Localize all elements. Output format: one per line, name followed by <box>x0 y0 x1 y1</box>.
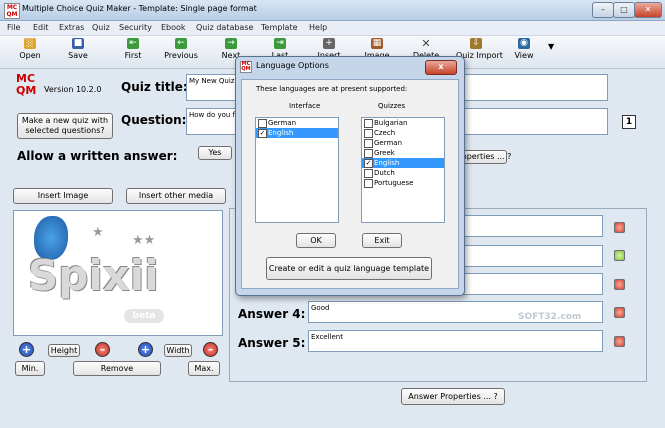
dialog-intro: These languages are at present supported… <box>256 85 408 93</box>
written-answer-label: Allow a written answer: <box>17 149 178 163</box>
list-item[interactable]: Bulgarian <box>362 118 444 128</box>
previous-button[interactable]: ← Previous <box>164 38 198 66</box>
quizzes-list[interactable]: Bulgarian Czech German Greek ✓ English Du… <box>361 117 445 223</box>
next-arrow-icon: → <box>225 38 237 49</box>
dialog-close-button[interactable]: x <box>425 60 457 75</box>
list-item[interactable]: Dutch <box>362 168 444 178</box>
decrease-width-icon[interactable]: – <box>203 342 218 357</box>
quizzes-label: Quizzes <box>378 102 406 110</box>
title-bar: MC QM Multiple Choice Quiz Maker - Templ… <box>0 0 665 21</box>
answer-2-mark[interactable] <box>614 250 625 261</box>
dialog-app-icon: MC QM <box>240 61 252 73</box>
app-logo-icon: MC QM <box>4 3 20 19</box>
checkbox[interactable] <box>364 139 373 148</box>
checkbox[interactable] <box>364 129 373 138</box>
watermark: SOFT32.com <box>518 312 582 322</box>
answer-5-mark[interactable] <box>614 336 625 347</box>
language-template-button[interactable]: Create or edit a quiz language template <box>266 257 432 280</box>
answer-3-mark[interactable] <box>614 279 625 290</box>
list-item[interactable]: ✓ English <box>256 128 338 138</box>
increase-height-icon[interactable]: + <box>19 342 34 357</box>
ok-button[interactable]: OK <box>296 233 336 248</box>
decrease-height-icon[interactable]: – <box>95 342 110 357</box>
list-item[interactable]: Portuguese <box>362 178 444 188</box>
list-item[interactable]: German <box>256 118 338 128</box>
new-quiz-button[interactable]: Make a new quiz with selected questions? <box>17 113 113 139</box>
star-icon: ★★ <box>132 233 156 248</box>
menu-security[interactable]: Security <box>119 23 152 32</box>
previous-arrow-icon: ← <box>175 38 187 49</box>
chevron-down-icon[interactable]: ▼ <box>548 42 554 51</box>
star-icon: ★ <box>92 225 104 240</box>
menu-edit[interactable]: Edit <box>33 23 49 32</box>
menu-quiz-database[interactable]: Quiz database <box>196 23 253 32</box>
quiz-title-label: Quiz title: <box>121 80 188 94</box>
menu-bar: File Edit Extras Quiz Security Ebook Qui… <box>0 21 665 35</box>
dialog-title: Language Options <box>256 61 329 70</box>
insert-page-icon: + <box>323 38 335 49</box>
menu-template[interactable]: Template <box>261 23 298 32</box>
maximize-button[interactable]: □ <box>613 2 635 18</box>
insert-image-button[interactable]: Insert Image <box>13 188 113 204</box>
list-item[interactable]: German <box>362 138 444 148</box>
interface-list[interactable]: German ✓ English <box>255 117 339 223</box>
checkbox[interactable] <box>364 179 373 188</box>
list-item[interactable]: Czech <box>362 128 444 138</box>
floppy-disk-icon: ■ <box>72 38 84 49</box>
exit-button[interactable]: Exit <box>362 233 402 248</box>
minimize-button[interactable]: – <box>592 2 614 18</box>
interface-label: Interface <box>289 102 321 110</box>
written-yes-button[interactable]: Yes <box>198 146 232 160</box>
menu-extras[interactable]: Extras <box>59 23 84 32</box>
mcqm-logo: MC QM <box>16 72 37 97</box>
list-item[interactable]: Greek <box>362 148 444 158</box>
question-number: 1 <box>622 115 636 129</box>
increase-width-icon[interactable]: + <box>138 342 153 357</box>
checkbox[interactable]: ✓ <box>364 159 373 168</box>
answer-5-input[interactable]: Excellent <box>308 330 603 352</box>
dialog-body: These languages are at present supported… <box>241 79 459 289</box>
folder-open-icon: ░ <box>24 38 36 49</box>
beta-badge: beta <box>124 309 164 323</box>
view-button[interactable]: ◉ View <box>507 38 541 66</box>
image-preview: ★ ★★ Spixii beta <box>13 210 223 336</box>
insert-media-button[interactable]: Insert other media <box>126 188 226 204</box>
first-button[interactable]: ⇤ First <box>116 38 150 66</box>
close-button[interactable]: ✕ <box>634 2 662 18</box>
answer-1-mark[interactable] <box>614 222 625 233</box>
min-button[interactable]: Min. <box>15 361 45 376</box>
checkbox[interactable] <box>364 149 373 158</box>
remove-button[interactable]: Remove <box>73 361 161 376</box>
save-button[interactable]: ■ Save <box>61 38 95 66</box>
checkbox[interactable] <box>258 119 267 128</box>
checkbox[interactable]: ✓ <box>258 129 267 138</box>
answer-4-label: Answer 4: <box>238 307 306 321</box>
menu-help[interactable]: Help <box>309 23 327 32</box>
question-label: Question: <box>121 113 187 127</box>
height-label: Height <box>48 344 80 357</box>
window-title: Multiple Choice Quiz Maker - Template: S… <box>22 4 257 13</box>
delete-x-icon: ✕ <box>421 37 431 50</box>
menu-quiz[interactable]: Quiz <box>92 23 110 32</box>
max-button[interactable]: Max. <box>188 361 220 376</box>
image-icon: ▦ <box>371 38 383 49</box>
checkbox[interactable] <box>364 169 373 178</box>
width-label: Width <box>164 344 192 357</box>
first-arrow-icon: ⇤ <box>127 38 139 49</box>
open-button[interactable]: ░ Open <box>13 38 47 66</box>
view-icon: ◉ <box>518 38 530 49</box>
version-label: Version 10.2.0 <box>44 85 102 94</box>
list-item[interactable]: ✓ English <box>362 158 444 168</box>
menu-file[interactable]: File <box>7 23 20 32</box>
answer-4-mark[interactable] <box>614 307 625 318</box>
menu-ebook[interactable]: Ebook <box>161 23 186 32</box>
import-icon: ⇩ <box>470 38 482 49</box>
answer-properties-button[interactable]: Answer Properties ... ? <box>401 388 505 405</box>
answer-5-label: Answer 5: <box>238 336 306 350</box>
last-arrow-icon: ⇥ <box>274 38 286 49</box>
logo-text: Spixii <box>28 251 159 300</box>
checkbox[interactable] <box>364 119 373 128</box>
language-options-dialog: MC QM Language Options x These languages… <box>235 56 465 296</box>
